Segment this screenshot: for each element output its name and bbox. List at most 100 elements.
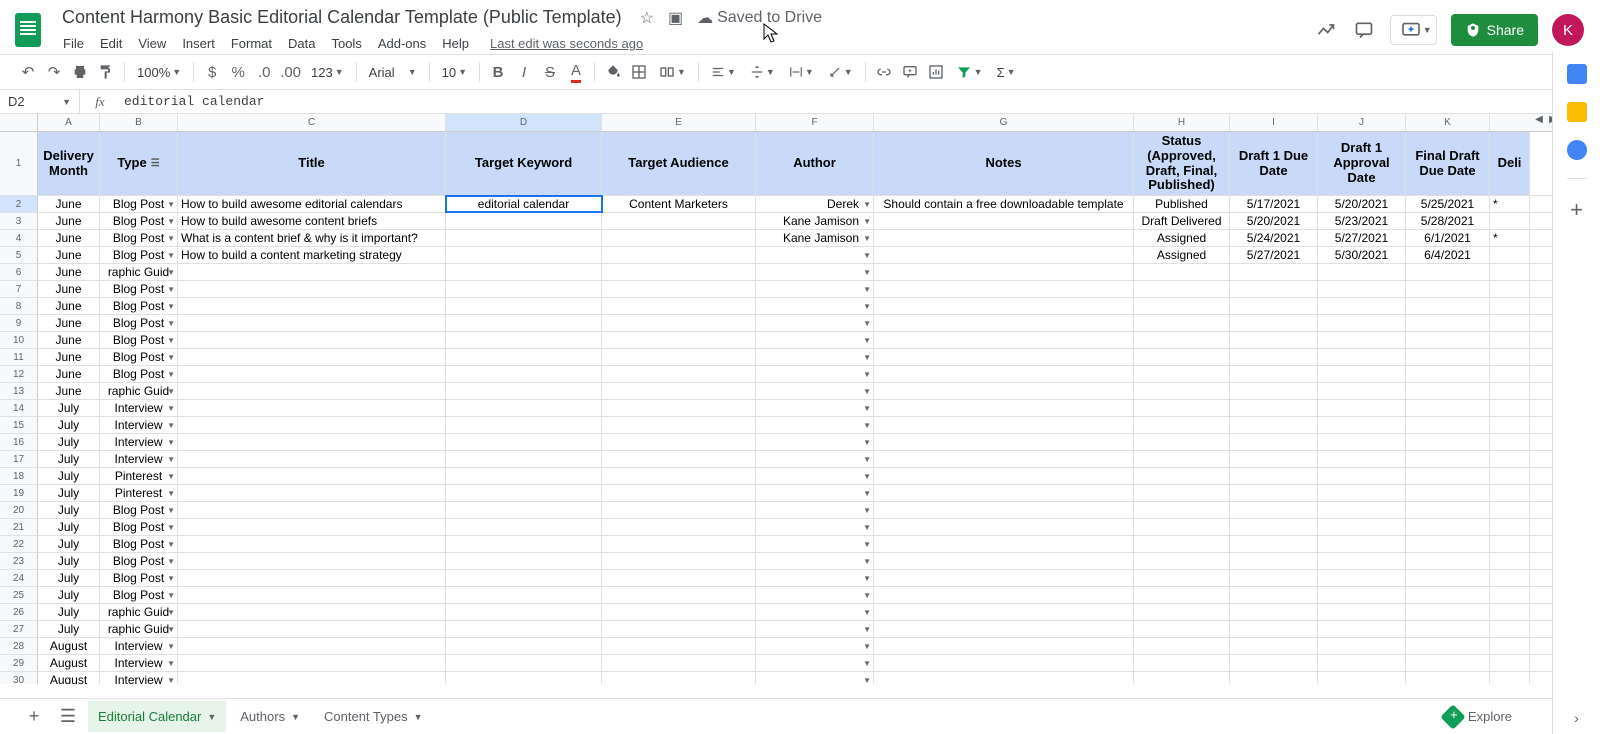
cell[interactable] — [1406, 638, 1490, 654]
cell[interactable]: 5/28/2021 — [1406, 213, 1490, 229]
col-header-H[interactable]: H — [1134, 114, 1230, 131]
cell[interactable] — [178, 502, 446, 518]
number-format-select[interactable]: 123▼ — [305, 65, 350, 80]
cell[interactable] — [874, 485, 1134, 501]
row-header[interactable]: 28 — [0, 638, 38, 654]
cell[interactable] — [1490, 638, 1530, 654]
cell[interactable]: ▼ — [756, 332, 874, 348]
cell[interactable]: June — [38, 264, 100, 280]
dropdown-icon[interactable]: ▼ — [863, 268, 871, 277]
col-header-K[interactable]: K — [1406, 114, 1490, 131]
cell[interactable]: August — [38, 638, 100, 654]
cell[interactable] — [1318, 570, 1406, 586]
cell[interactable]: ▼ — [756, 536, 874, 552]
cell[interactable] — [446, 417, 602, 433]
dropdown-icon[interactable]: ▼ — [167, 302, 175, 311]
filter-button[interactable]: ▼ — [950, 64, 989, 80]
cell[interactable]: July — [38, 468, 100, 484]
cell[interactable] — [178, 655, 446, 671]
cell[interactable]: Interview▼ — [100, 400, 178, 416]
cell[interactable] — [602, 451, 756, 467]
cell[interactable]: ▼ — [756, 519, 874, 535]
cell[interactable] — [1230, 519, 1318, 535]
cell[interactable] — [1318, 655, 1406, 671]
cell[interactable]: ▼ — [756, 264, 874, 280]
currency-button[interactable]: $ — [200, 60, 224, 84]
bold-button[interactable]: B — [486, 60, 510, 84]
row-header[interactable]: 7 — [0, 281, 38, 297]
row-header[interactable]: 2 — [0, 196, 38, 212]
cell[interactable] — [1406, 383, 1490, 399]
row-header[interactable]: 15 — [0, 417, 38, 433]
cell[interactable] — [1134, 417, 1230, 433]
cell[interactable] — [602, 553, 756, 569]
row-header[interactable]: 16 — [0, 434, 38, 450]
header-cell[interactable]: Target Keyword — [446, 132, 602, 195]
cell[interactable] — [1230, 553, 1318, 569]
cell[interactable] — [874, 621, 1134, 637]
cell[interactable] — [1406, 281, 1490, 297]
header-cell[interactable]: Title — [178, 132, 446, 195]
dropdown-icon[interactable]: ▼ — [167, 268, 175, 277]
cell[interactable]: ▼ — [756, 281, 874, 297]
cell[interactable] — [1406, 332, 1490, 348]
dropdown-icon[interactable]: ▼ — [167, 285, 175, 294]
rotate-button[interactable]: ▼ — [822, 65, 859, 79]
cell[interactable] — [1406, 366, 1490, 382]
cell[interactable]: August — [38, 655, 100, 671]
cell[interactable]: Blog Post▼ — [100, 519, 178, 535]
cell[interactable]: Kane Jamison▼ — [756, 213, 874, 229]
cell[interactable]: Interview▼ — [100, 434, 178, 450]
keep-addon-icon[interactable] — [1567, 102, 1587, 122]
cell[interactable]: June — [38, 366, 100, 382]
cell[interactable] — [1318, 264, 1406, 280]
cell[interactable] — [602, 672, 756, 684]
increase-decimal-button[interactable]: .00 — [278, 60, 303, 84]
header-cell[interactable]: Draft 1 Approval Date — [1318, 132, 1406, 195]
cell[interactable]: June — [38, 349, 100, 365]
cell[interactable] — [178, 570, 446, 586]
cell[interactable] — [1318, 417, 1406, 433]
dropdown-icon[interactable]: ▼ — [863, 336, 871, 345]
cell[interactable] — [1490, 621, 1530, 637]
select-all-corner[interactable] — [0, 114, 38, 131]
cell[interactable] — [1230, 536, 1318, 552]
row-header[interactable]: 6 — [0, 264, 38, 280]
cell[interactable] — [1406, 298, 1490, 314]
cell[interactable]: ▼ — [756, 502, 874, 518]
font-size-select[interactable]: 10▼ — [436, 65, 473, 80]
col-header-J[interactable]: J — [1318, 114, 1406, 131]
cell[interactable] — [1490, 417, 1530, 433]
cell[interactable]: 5/27/2021 — [1318, 230, 1406, 246]
cell[interactable] — [874, 264, 1134, 280]
cell[interactable] — [1318, 553, 1406, 569]
hide-sidepanel-button[interactable]: › — [1574, 710, 1579, 726]
header-cell[interactable]: Notes — [874, 132, 1134, 195]
calendar-addon-icon[interactable] — [1567, 64, 1587, 84]
cell[interactable] — [1318, 502, 1406, 518]
cell[interactable] — [1318, 672, 1406, 684]
cell[interactable]: Interview▼ — [100, 672, 178, 684]
dropdown-icon[interactable]: ▼ — [863, 387, 871, 396]
wrap-button[interactable]: ▼ — [783, 65, 820, 79]
cell[interactable]: ▼ — [756, 655, 874, 671]
cell[interactable] — [446, 247, 602, 263]
cell[interactable] — [1134, 502, 1230, 518]
cell[interactable] — [446, 468, 602, 484]
cell[interactable] — [1230, 349, 1318, 365]
cell[interactable] — [1134, 332, 1230, 348]
cell[interactable] — [446, 655, 602, 671]
cell[interactable]: 5/30/2021 — [1318, 247, 1406, 263]
cell[interactable]: Assigned — [1134, 247, 1230, 263]
cell[interactable] — [178, 366, 446, 382]
cell[interactable] — [1230, 383, 1318, 399]
cell[interactable] — [446, 332, 602, 348]
cell[interactable]: July — [38, 553, 100, 569]
cell[interactable]: June — [38, 196, 100, 212]
dropdown-icon[interactable]: ▼ — [863, 353, 871, 362]
dropdown-icon[interactable]: ▼ — [863, 438, 871, 447]
cell[interactable] — [178, 434, 446, 450]
cell[interactable] — [446, 434, 602, 450]
row-header[interactable]: 11 — [0, 349, 38, 365]
cell[interactable]: June — [38, 332, 100, 348]
